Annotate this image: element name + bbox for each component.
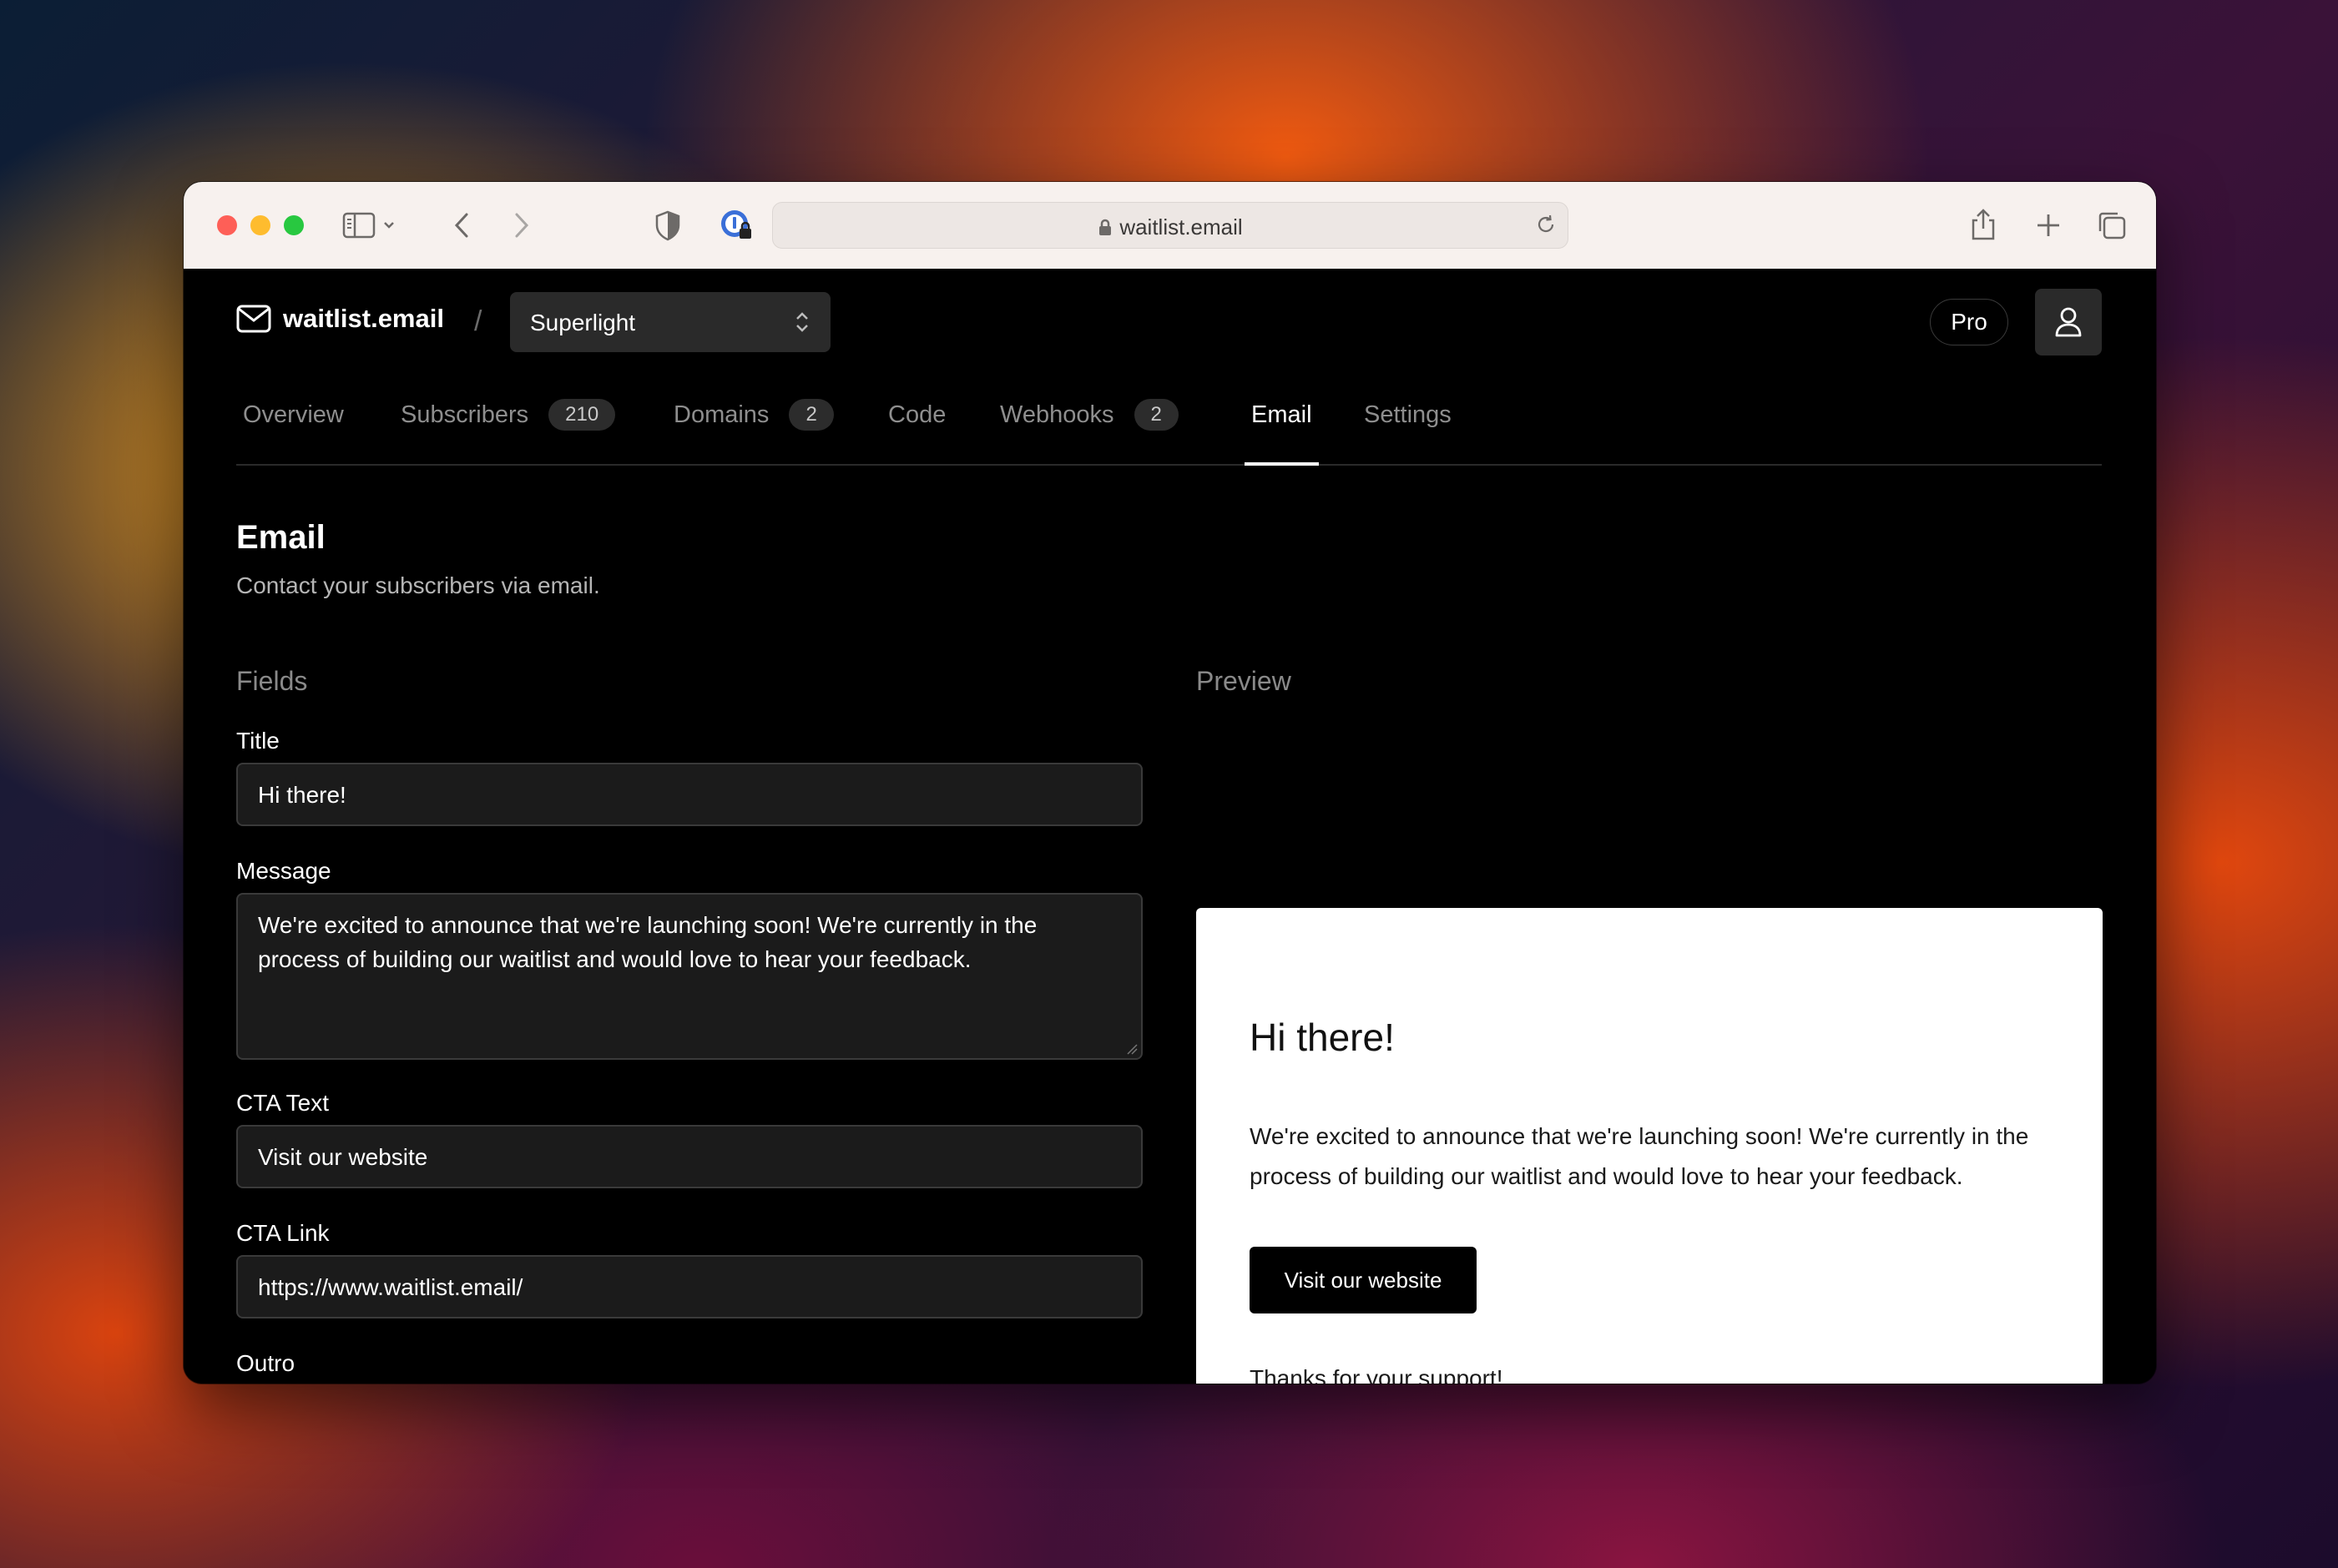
lock-icon bbox=[1099, 219, 1112, 235]
chevron-down-icon[interactable] bbox=[381, 215, 397, 235]
message-label: Message bbox=[236, 858, 331, 884]
new-tab-icon[interactable] bbox=[2032, 209, 2065, 242]
preview-title: Hi there! bbox=[1250, 1016, 1395, 1059]
back-icon[interactable] bbox=[449, 209, 474, 242]
password-manager-icon[interactable] bbox=[718, 207, 755, 244]
preview-section-label: Preview bbox=[1196, 666, 1291, 696]
tab-code[interactable]: Code bbox=[888, 386, 946, 464]
tab-email[interactable]: Email bbox=[1245, 386, 1318, 466]
brand-link[interactable]: waitlist.email bbox=[236, 304, 444, 334]
tab-label: Code bbox=[888, 401, 947, 428]
count-badge: 2 bbox=[789, 399, 834, 431]
brand-name: waitlist.email bbox=[283, 304, 444, 333]
outro-label: Outro bbox=[236, 1350, 295, 1376]
account-button[interactable] bbox=[2035, 289, 2102, 355]
email-preview: Hi there! We're excited to announce that… bbox=[1196, 908, 2103, 1384]
minimize-window-button[interactable] bbox=[250, 215, 270, 235]
project-selector[interactable]: Superlight bbox=[510, 292, 831, 352]
title-input-value: Hi there! bbox=[258, 782, 346, 808]
count-badge: 2 bbox=[1134, 399, 1179, 431]
forward-icon[interactable] bbox=[509, 209, 534, 242]
chevron-up-down-icon bbox=[792, 307, 812, 341]
mail-icon bbox=[236, 305, 271, 333]
plan-badge[interactable]: Pro bbox=[1930, 299, 2008, 345]
tab-overview-icon[interactable] bbox=[2095, 209, 2128, 242]
tab-overview[interactable]: Overview bbox=[243, 386, 344, 464]
app-page: waitlist.email / Superlight Pro Overview… bbox=[184, 269, 2156, 1384]
tab-bar: Overview Subscribers 210 Domains 2 Code We… bbox=[236, 386, 2102, 466]
tab-label: Subscribers bbox=[401, 401, 529, 428]
tab-webhooks[interactable]: Webhooks 2 bbox=[1000, 386, 1179, 464]
project-name: Superlight bbox=[530, 310, 636, 335]
reload-icon[interactable] bbox=[1533, 211, 1559, 238]
tab-subscribers[interactable]: Subscribers 210 bbox=[401, 386, 616, 464]
title-label: Title bbox=[236, 728, 280, 754]
page-title: Email bbox=[236, 519, 326, 556]
cta-text-label: CTA Text bbox=[236, 1090, 330, 1116]
tab-label: Settings bbox=[1364, 401, 1452, 428]
tab-domains[interactable]: Domains 2 bbox=[674, 386, 834, 464]
cta-link-label: CTA Link bbox=[236, 1220, 330, 1246]
tab-settings[interactable]: Settings bbox=[1364, 386, 1452, 464]
cta-text-input[interactable]: Visit our website bbox=[236, 1125, 1143, 1188]
message-textarea[interactable]: We're excited to announce that we're lau… bbox=[236, 893, 1143, 1060]
tab-label: Domains bbox=[674, 401, 770, 428]
url-display: waitlist.email bbox=[773, 214, 1568, 240]
zoom-window-button[interactable] bbox=[284, 215, 304, 235]
tab-label: Email bbox=[1251, 401, 1312, 428]
preview-message: We're excited to announce that we're lau… bbox=[1250, 1123, 2029, 1189]
count-badge: 210 bbox=[548, 399, 616, 431]
tab-label: Overview bbox=[243, 401, 344, 428]
sidebar-toggle-icon[interactable] bbox=[342, 209, 376, 242]
share-icon[interactable] bbox=[1967, 205, 2000, 244]
title-input[interactable]: Hi there! bbox=[236, 763, 1143, 826]
preview-cta-button[interactable]: Visit our website bbox=[1250, 1247, 1477, 1313]
breadcrumb-separator: / bbox=[474, 305, 482, 337]
page-subtitle: Contact your subscribers via email. bbox=[236, 572, 600, 598]
user-icon bbox=[2055, 307, 2082, 337]
preview-outro: Thanks for your support! bbox=[1250, 1365, 1503, 1384]
cta-link-input-value: https://www.waitlist.email/ bbox=[258, 1274, 523, 1300]
resize-handle-icon[interactable] bbox=[1126, 1043, 1138, 1055]
close-window-button[interactable] bbox=[217, 215, 237, 235]
cta-link-input[interactable]: https://www.waitlist.email/ bbox=[236, 1255, 1143, 1318]
tab-label: Webhooks bbox=[1000, 401, 1114, 428]
browser-window: waitlist.email waitlist.email / Superlig… bbox=[184, 182, 2156, 1384]
cta-text-input-value: Visit our website bbox=[258, 1144, 428, 1170]
fields-section-label: Fields bbox=[236, 666, 308, 696]
browser-toolbar: waitlist.email bbox=[184, 182, 2156, 270]
message-textarea-value: We're excited to announce that we're lau… bbox=[258, 912, 1038, 972]
address-bar[interactable]: waitlist.email bbox=[772, 202, 1568, 249]
shield-icon[interactable] bbox=[653, 207, 683, 244]
url-text: waitlist.email bbox=[1119, 214, 1243, 239]
